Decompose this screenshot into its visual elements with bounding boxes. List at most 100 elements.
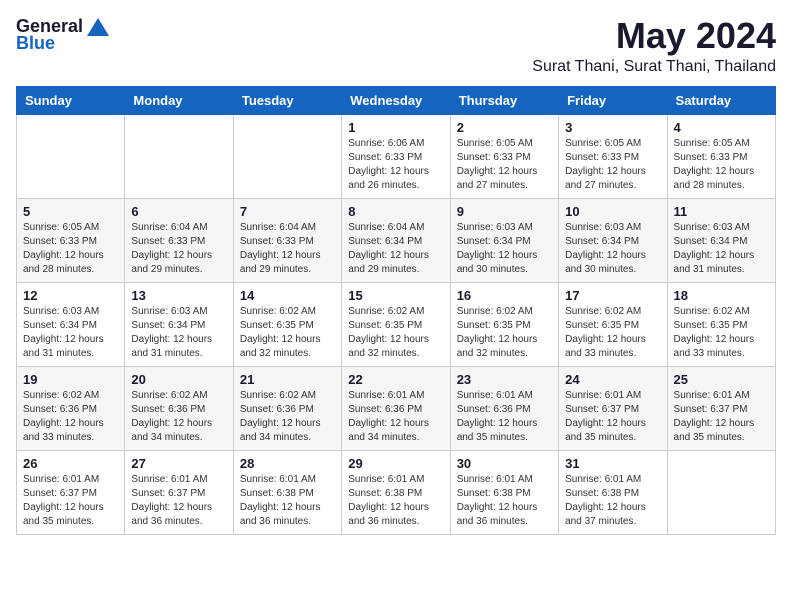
day-number: 25 [674, 372, 769, 387]
day-number: 12 [23, 288, 118, 303]
calendar-cell: 2Sunrise: 6:05 AM Sunset: 6:33 PM Daylig… [450, 114, 558, 198]
day-info: Sunrise: 6:01 AM Sunset: 6:36 PM Dayligh… [348, 389, 443, 445]
day-info: Sunrise: 6:01 AM Sunset: 6:38 PM Dayligh… [565, 473, 660, 529]
day-number: 30 [457, 456, 552, 471]
day-info: Sunrise: 6:01 AM Sunset: 6:37 PM Dayligh… [674, 389, 769, 445]
day-info: Sunrise: 6:01 AM Sunset: 6:38 PM Dayligh… [348, 473, 443, 529]
calendar-cell: 12 Sunrise: 6:03 AM Sunset: 6:34 PM Dayli… [17, 282, 125, 366]
calendar-table: SundayMondayTuesdayWednesdayThursdayFrid… [16, 86, 776, 535]
day-number: 14 [240, 288, 335, 303]
calendar-cell: 16Sunrise: 6:02 AM Sunset: 6:35 PM Dayli… [450, 282, 558, 366]
day-info: Sunrise: 6:04 AM Sunset: 6:33 PM Dayligh… [131, 221, 226, 277]
day-info: Sunrise: 6:01 AM Sunset: 6:37 PM Dayligh… [23, 473, 118, 529]
week-row-2: 5 Sunrise: 6:05 AM Sunset: 6:33 PM Daylig… [17, 198, 776, 282]
calendar-cell [667, 450, 775, 534]
day-info: Sunrise: 6:06 AM Sunset: 6:33 PM Dayligh… [348, 137, 443, 193]
day-info: Sunrise: 6:02 AM Sunset: 6:35 PM Dayligh… [457, 305, 552, 361]
day-number: 5 [23, 204, 118, 219]
day-info: Sunrise: 6:05 AM Sunset: 6:33 PM Dayligh… [23, 221, 118, 277]
day-info: Sunrise: 6:04 AM Sunset: 6:34 PM Dayligh… [348, 221, 443, 277]
day-number: 10 [565, 204, 660, 219]
calendar-cell: 29 Sunrise: 6:01 AM Sunset: 6:38 PM Dayli… [342, 450, 450, 534]
logo-icon [87, 18, 109, 36]
calendar-header-row: SundayMondayTuesdayWednesdayThursdayFrid… [17, 86, 776, 114]
header-friday: Friday [559, 86, 667, 114]
month-title: May 2024 [532, 16, 776, 56]
day-number: 4 [674, 120, 769, 135]
day-info: Sunrise: 6:01 AM Sunset: 6:38 PM Dayligh… [240, 473, 335, 529]
day-number: 31 [565, 456, 660, 471]
day-info: Sunrise: 6:05 AM Sunset: 6:33 PM Dayligh… [457, 137, 552, 193]
day-number: 6 [131, 204, 226, 219]
week-row-5: 26 Sunrise: 6:01 AM Sunset: 6:37 PM Dayli… [17, 450, 776, 534]
calendar-cell [17, 114, 125, 198]
day-info: Sunrise: 6:03 AM Sunset: 6:34 PM Dayligh… [457, 221, 552, 277]
day-info: Sunrise: 6:01 AM Sunset: 6:37 PM Dayligh… [131, 473, 226, 529]
day-info: Sunrise: 6:05 AM Sunset: 6:33 PM Dayligh… [674, 137, 769, 193]
day-info: Sunrise: 6:02 AM Sunset: 6:36 PM Dayligh… [240, 389, 335, 445]
calendar-cell: 7 Sunrise: 6:04 AM Sunset: 6:33 PM Daylig… [233, 198, 341, 282]
header-monday: Monday [125, 86, 233, 114]
calendar-cell: 25 Sunrise: 6:01 AM Sunset: 6:37 PM Dayli… [667, 366, 775, 450]
calendar-cell: 21 Sunrise: 6:02 AM Sunset: 6:36 PM Dayli… [233, 366, 341, 450]
day-number: 23 [457, 372, 552, 387]
day-number: 24 [565, 372, 660, 387]
day-number: 11 [674, 204, 769, 219]
day-number: 1 [348, 120, 443, 135]
calendar-cell: 9Sunrise: 6:03 AM Sunset: 6:34 PM Daylig… [450, 198, 558, 282]
day-info: Sunrise: 6:02 AM Sunset: 6:36 PM Dayligh… [23, 389, 118, 445]
calendar-cell: 15Sunrise: 6:02 AM Sunset: 6:35 PM Dayli… [342, 282, 450, 366]
day-number: 15 [348, 288, 443, 303]
day-number: 27 [131, 456, 226, 471]
day-number: 21 [240, 372, 335, 387]
day-info: Sunrise: 6:04 AM Sunset: 6:33 PM Dayligh… [240, 221, 335, 277]
week-row-3: 12 Sunrise: 6:03 AM Sunset: 6:34 PM Dayli… [17, 282, 776, 366]
calendar-cell: 23Sunrise: 6:01 AM Sunset: 6:36 PM Dayli… [450, 366, 558, 450]
calendar-cell: 4 Sunrise: 6:05 AM Sunset: 6:33 PM Daylig… [667, 114, 775, 198]
calendar-cell: 30 Sunrise: 6:01 AM Sunset: 6:38 PM Dayli… [450, 450, 558, 534]
logo-blue-text: Blue [16, 33, 55, 54]
title-section: May 2024 Surat Thani, Surat Thani, Thail… [532, 16, 776, 76]
day-number: 26 [23, 456, 118, 471]
calendar-cell: 8 Sunrise: 6:04 AM Sunset: 6:34 PM Daylig… [342, 198, 450, 282]
calendar-cell: 22 Sunrise: 6:01 AM Sunset: 6:36 PM Dayli… [342, 366, 450, 450]
header-wednesday: Wednesday [342, 86, 450, 114]
calendar-cell: 14Sunrise: 6:02 AM Sunset: 6:35 PM Dayli… [233, 282, 341, 366]
calendar-cell: 6 Sunrise: 6:04 AM Sunset: 6:33 PM Daylig… [125, 198, 233, 282]
day-info: Sunrise: 6:02 AM Sunset: 6:36 PM Dayligh… [131, 389, 226, 445]
page-header: General Blue May 2024 Surat Thani, Surat… [16, 16, 776, 76]
calendar-cell [125, 114, 233, 198]
calendar-cell: 18 Sunrise: 6:02 AM Sunset: 6:35 PM Dayli… [667, 282, 775, 366]
calendar-cell: 17 Sunrise: 6:02 AM Sunset: 6:35 PM Dayli… [559, 282, 667, 366]
day-number: 22 [348, 372, 443, 387]
calendar-cell: 31 Sunrise: 6:01 AM Sunset: 6:38 PM Dayli… [559, 450, 667, 534]
day-info: Sunrise: 6:03 AM Sunset: 6:34 PM Dayligh… [23, 305, 118, 361]
day-number: 29 [348, 456, 443, 471]
day-number: 18 [674, 288, 769, 303]
calendar-cell: 20 Sunrise: 6:02 AM Sunset: 6:36 PM Dayli… [125, 366, 233, 450]
day-info: Sunrise: 6:02 AM Sunset: 6:35 PM Dayligh… [565, 305, 660, 361]
day-info: Sunrise: 6:03 AM Sunset: 6:34 PM Dayligh… [565, 221, 660, 277]
location-title: Surat Thani, Surat Thani, Thailand [532, 58, 776, 76]
day-number: 8 [348, 204, 443, 219]
day-info: Sunrise: 6:05 AM Sunset: 6:33 PM Dayligh… [565, 137, 660, 193]
day-number: 3 [565, 120, 660, 135]
calendar-cell: 11 Sunrise: 6:03 AM Sunset: 6:34 PM Dayli… [667, 198, 775, 282]
day-number: 7 [240, 204, 335, 219]
day-number: 19 [23, 372, 118, 387]
header-saturday: Saturday [667, 86, 775, 114]
calendar-cell: 26 Sunrise: 6:01 AM Sunset: 6:37 PM Dayli… [17, 450, 125, 534]
day-number: 13 [131, 288, 226, 303]
calendar-cell: 27 Sunrise: 6:01 AM Sunset: 6:37 PM Dayli… [125, 450, 233, 534]
calendar-cell: 1 Sunrise: 6:06 AM Sunset: 6:33 PM Daylig… [342, 114, 450, 198]
day-info: Sunrise: 6:01 AM Sunset: 6:37 PM Dayligh… [565, 389, 660, 445]
calendar-cell: 13Sunrise: 6:03 AM Sunset: 6:34 PM Dayli… [125, 282, 233, 366]
day-info: Sunrise: 6:03 AM Sunset: 6:34 PM Dayligh… [674, 221, 769, 277]
calendar-cell: 24 Sunrise: 6:01 AM Sunset: 6:37 PM Dayli… [559, 366, 667, 450]
day-number: 20 [131, 372, 226, 387]
calendar-cell [233, 114, 341, 198]
day-info: Sunrise: 6:02 AM Sunset: 6:35 PM Dayligh… [674, 305, 769, 361]
week-row-4: 19 Sunrise: 6:02 AM Sunset: 6:36 PM Dayli… [17, 366, 776, 450]
day-info: Sunrise: 6:01 AM Sunset: 6:38 PM Dayligh… [457, 473, 552, 529]
day-number: 17 [565, 288, 660, 303]
